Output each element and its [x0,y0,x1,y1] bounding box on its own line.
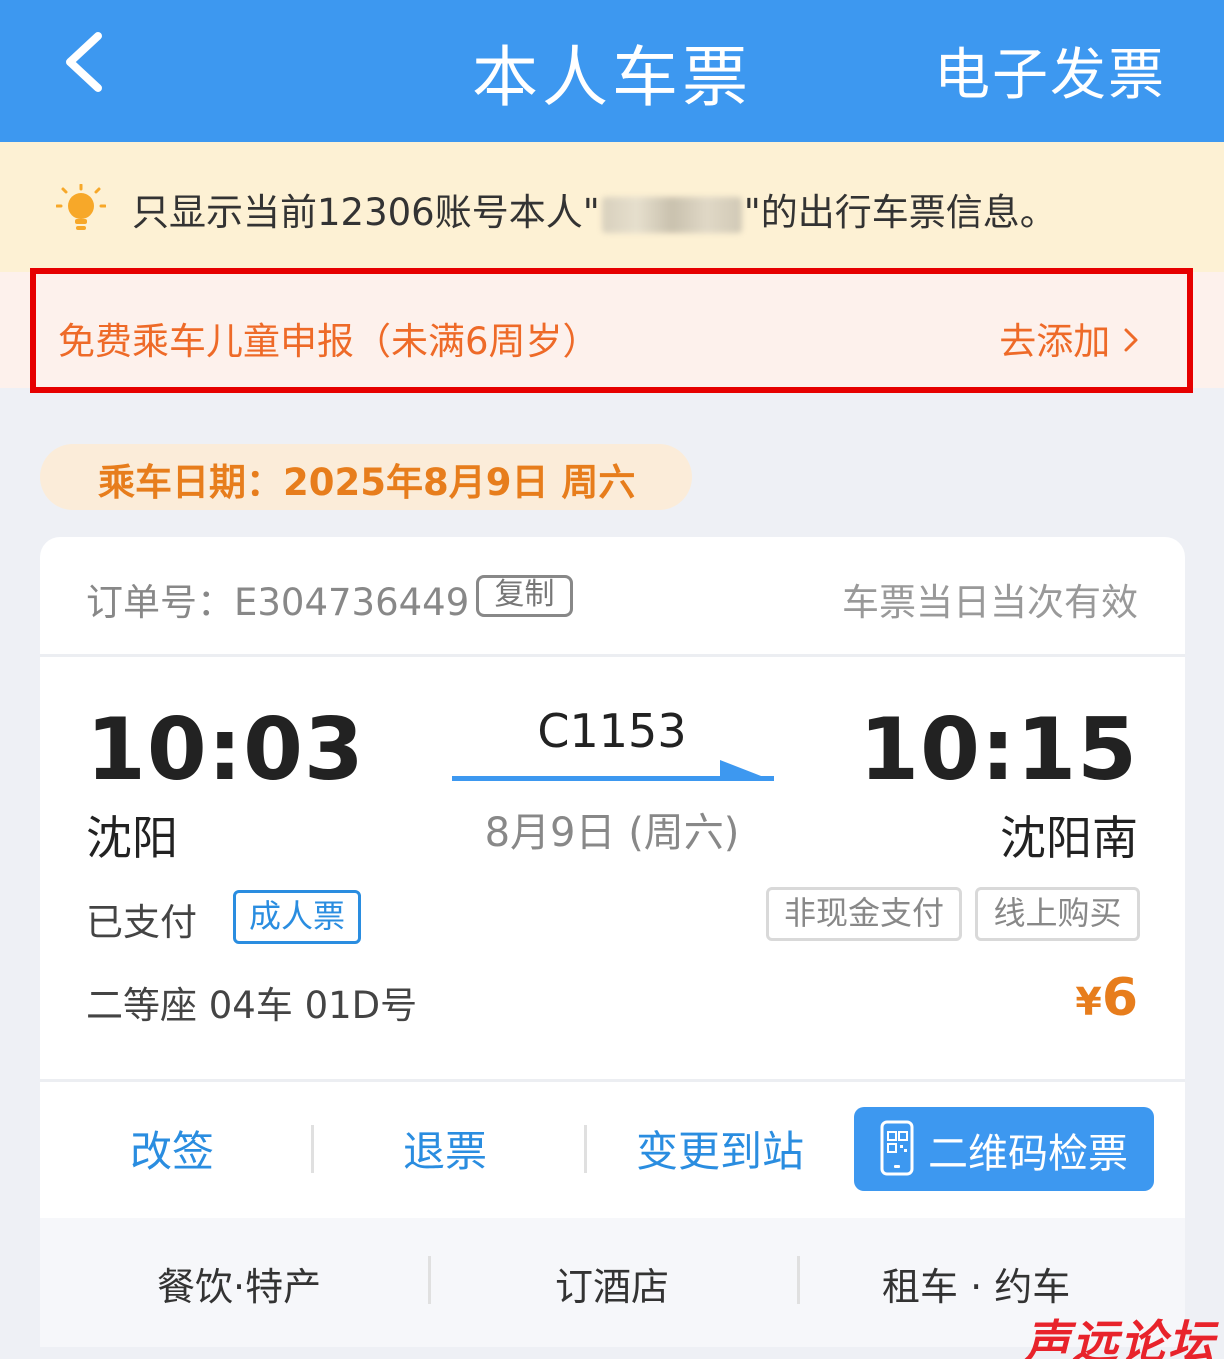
change-destination-button[interactable]: 变更到站 [636,1118,804,1179]
divider [797,1256,800,1304]
watermark-logo: 声远论坛 [1024,1315,1216,1359]
purchase-channel-tag: 线上购买 [975,887,1140,941]
train-number: C1153 [537,704,687,758]
copy-order-button[interactable]: 复制 [476,575,573,617]
change-ticket-button[interactable]: 改签 [130,1118,214,1179]
refund-button[interactable]: 退票 [403,1118,487,1179]
trip-date: 乘车日期：2025年8月9日 周六 [98,461,636,504]
ticket-price: ¥6 [1075,968,1138,1028]
divider [40,654,1185,657]
back-button[interactable] [58,30,118,94]
payment-status: 已支付 [86,901,197,944]
lightbulb-icon [55,183,107,236]
e-invoice-button[interactable]: 电子发票 [934,30,1166,111]
divider [311,1125,314,1173]
direction-arrow-icon [452,760,774,784]
blurred-user-name [601,196,742,233]
divider [428,1256,431,1304]
service-food[interactable]: 餐饮·特产 [157,1256,321,1311]
child-add-link[interactable]: 去添加 [999,311,1144,365]
departure-time: 10:03 [86,700,365,800]
chevron-right-icon [1122,320,1144,363]
notice-text: 只显示当前12306账号本人" "的出行车票信息。 [132,191,1057,234]
arrival-time: 10:15 [859,700,1138,800]
validity-note: 车票当日当次有效 [842,581,1138,624]
order-number: 订单号：E304736449 [86,581,470,624]
arrival-station: 沈阳南 [1000,811,1138,865]
service-hotel[interactable]: 订酒店 [555,1256,669,1311]
phone-qr-icon [880,1120,914,1180]
service-car-rental[interactable]: 租车 · 约车 [882,1256,1070,1311]
payment-method-tag: 非现金支付 [766,887,962,941]
child-declaration-label: 免费乘车儿童申报（未满6周岁） [58,320,600,363]
seat-info: 二等座 04车 01D号 [86,984,418,1027]
divider [40,1079,1185,1082]
train-date: 8月9日 (周六) [484,810,740,856]
departure-station: 沈阳 [86,811,178,865]
ticket-type-badge: 成人票 [233,890,361,944]
chevron-left-icon [66,32,102,92]
divider [584,1125,587,1173]
